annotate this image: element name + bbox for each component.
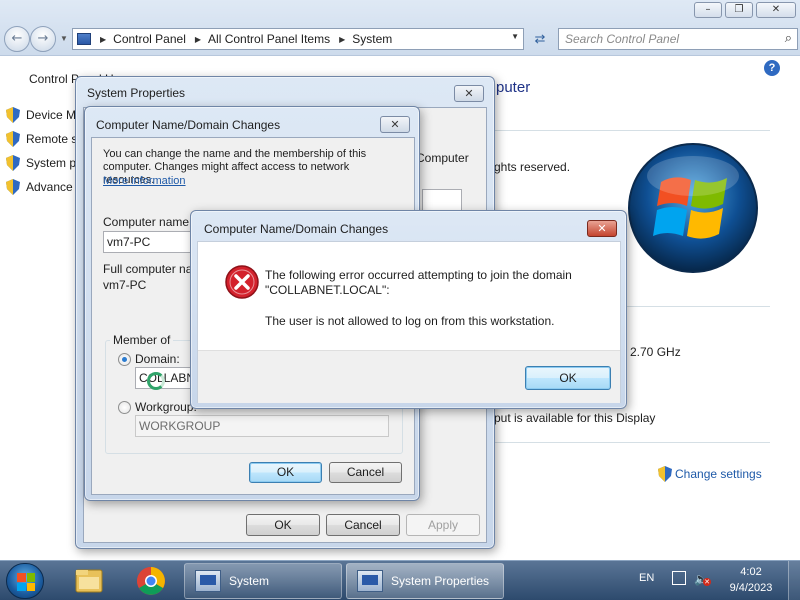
taskbar-item-system-properties[interactable]: System Properties <box>346 563 504 599</box>
shield-icon <box>658 466 672 482</box>
workgroup-radio[interactable] <box>118 401 131 414</box>
page-title: puter <box>496 79 531 96</box>
member-of-label: Member of <box>110 333 174 347</box>
close-icon[interactable]: ✕ <box>454 85 484 102</box>
sidebar-item-remote-settings[interactable]: Remote s <box>6 131 77 147</box>
taskbar-item-system[interactable]: System <box>184 563 342 599</box>
control-panel-icon <box>77 33 91 45</box>
help-icon[interactable]: ? <box>764 60 780 76</box>
chevron-right-icon[interactable]: ▶ <box>339 35 345 44</box>
sidebar-item-advanced-settings[interactable]: Advance <box>6 179 73 195</box>
copyright-text: ghts reserved. <box>494 160 571 174</box>
shield-icon <box>6 155 20 171</box>
windows-logo <box>628 143 758 273</box>
recent-pages-dropdown[interactable]: ▼ <box>60 34 68 43</box>
ok-button[interactable]: OK <box>246 514 320 536</box>
computer-description-field[interactable] <box>422 189 462 211</box>
shield-icon <box>6 179 20 195</box>
address-bar[interactable]: ▶ Control Panel ▶ All Control Panel Item… <box>72 28 524 50</box>
show-desktop-button[interactable] <box>788 561 800 600</box>
computer-description-text: Computer <box>416 151 469 165</box>
shield-icon <box>6 131 20 147</box>
close-icon[interactable]: ✕ <box>380 116 410 133</box>
ok-button[interactable]: OK <box>249 462 322 483</box>
error-message-line2: "COLLABNET.LOCAL": <box>265 283 390 297</box>
breadcrumb-system[interactable]: System <box>352 32 392 46</box>
dialog-title: Computer Name/Domain Changes <box>204 222 389 236</box>
search-box[interactable]: ⌕ <box>558 28 798 50</box>
search-input[interactable] <box>559 29 769 49</box>
sidebar-item-label: System p <box>26 156 77 170</box>
forward-button[interactable]: → <box>30 26 56 52</box>
clock-date: 9/4/2023 <box>729 582 773 594</box>
error-dialog: Computer Name/Domain Changes ✕ The follo… <box>190 210 627 409</box>
busy-cursor-icon <box>147 372 165 390</box>
error-icon <box>225 265 259 299</box>
minimize-button[interactable]: – <box>694 2 722 18</box>
refresh-icon[interactable]: ⇄ <box>528 28 552 50</box>
maximize-button[interactable]: ❐ <box>725 2 753 18</box>
clock[interactable]: 4:02 9/4/2023 <box>722 564 780 596</box>
divider <box>494 442 770 443</box>
divider <box>494 130 770 131</box>
system-properties-icon <box>357 570 383 592</box>
clock-time: 4:02 <box>740 566 762 578</box>
dialog-title: Computer Name/Domain Changes <box>96 118 281 132</box>
start-button[interactable] <box>6 563 44 599</box>
cancel-button[interactable]: Cancel <box>329 462 402 483</box>
language-indicator[interactable]: EN <box>639 572 654 584</box>
processor-speed-text: 2.70 GHz <box>630 345 681 359</box>
close-button[interactable]: ✕ <box>756 2 796 18</box>
title-bar: – ❐ ✕ ← → ▼ ▶ Control Panel ▶ All Contro… <box>0 0 800 56</box>
sidebar-item-label: Advance <box>26 180 73 194</box>
sidebar-item-system-protection[interactable]: System p <box>6 155 76 171</box>
pen-touch-text: put is available for this Display <box>494 411 656 425</box>
file-explorer-icon[interactable] <box>63 564 115 598</box>
muted-icon: ✕ <box>703 578 711 586</box>
more-information-link[interactable]: More information <box>103 175 186 187</box>
change-settings-link[interactable]: Change settings <box>658 466 762 482</box>
sidebar-item-device-manager[interactable]: Device M <box>6 107 76 123</box>
workgroup-field[interactable]: WORKGROUP <box>135 415 389 437</box>
workgroup-label: Workgroup: <box>135 400 197 414</box>
change-settings-label: Change settings <box>675 467 762 481</box>
shield-icon <box>6 107 20 123</box>
chrome-icon[interactable] <box>125 564 177 598</box>
back-button[interactable]: ← <box>4 26 30 52</box>
breadcrumb-all-items[interactable]: All Control Panel Items <box>208 32 330 46</box>
ok-button[interactable]: OK <box>525 366 611 390</box>
chevron-right-icon[interactable]: ▶ <box>100 35 106 44</box>
domain-radio[interactable] <box>118 353 131 366</box>
breadcrumb-control-panel[interactable]: Control Panel <box>113 32 186 46</box>
error-detail: The user is not allowed to log on from t… <box>265 314 555 328</box>
windows-flag-icon <box>17 573 35 591</box>
taskbar-item-label: System <box>229 574 270 588</box>
window-controls: – ❐ ✕ <box>694 2 796 18</box>
apply-button[interactable]: Apply <box>406 514 480 536</box>
dialog-title: System Properties <box>87 86 186 100</box>
computer-name-label: Computer name: <box>103 215 193 229</box>
search-icon[interactable]: ⌕ <box>785 31 792 46</box>
dialog-body: The following error occurred attempting … <box>197 241 621 403</box>
system-window-icon <box>195 570 221 592</box>
taskbar-item-label: System Properties <box>391 574 490 588</box>
chevron-right-icon[interactable]: ▶ <box>195 35 201 44</box>
full-computer-name-value: vm7-PC <box>103 278 147 292</box>
domain-label: Domain: <box>135 352 180 366</box>
sidebar-item-label: Device M <box>26 108 77 122</box>
cancel-button[interactable]: Cancel <box>326 514 400 536</box>
close-icon[interactable]: ✕ <box>587 220 617 237</box>
action-center-icon[interactable] <box>672 571 686 585</box>
sidebar-item-label: Remote s <box>26 132 78 146</box>
address-dropdown-icon[interactable]: ▼ <box>511 32 519 41</box>
error-message-line1: The following error occurred attempting … <box>265 268 572 282</box>
